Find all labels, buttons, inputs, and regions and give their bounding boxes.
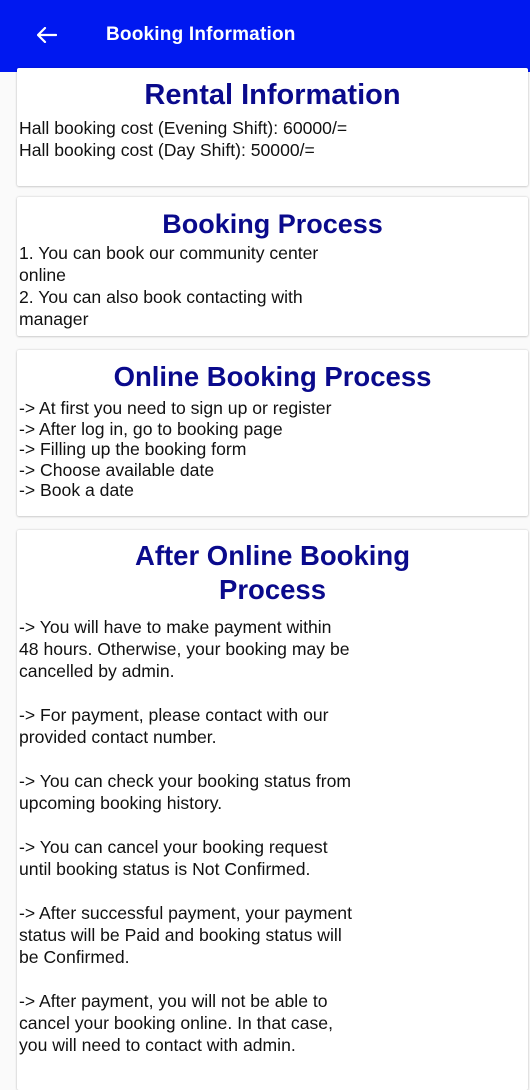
after-online-paragraph: -> You can cancel your booking request u… xyxy=(19,836,528,880)
paragraph-line: -> For payment, please contact with our xyxy=(19,705,329,725)
paragraph-line: you will need to contact with admin. xyxy=(19,1035,296,1055)
online-booking-step: -> After log in, go to booking page xyxy=(19,418,283,439)
after-online-title-line: After Online Booking xyxy=(135,540,410,571)
paragraph-line: status will be Paid and booking status w… xyxy=(19,925,342,945)
booking-process-card: Booking Process 1. You can book our comm… xyxy=(17,197,528,336)
paragraph-line: cancelled by admin. xyxy=(19,661,175,681)
content-area[interactable]: Rental Information Hall booking cost (Ev… xyxy=(0,68,530,1090)
after-online-paragraph: -> After payment, you will not be able t… xyxy=(19,990,528,1056)
paragraph-line: cancel your booking online. In that case… xyxy=(19,1013,333,1033)
online-booking-step: -> Book a date xyxy=(19,480,134,500)
after-online-paragraph: -> For payment, please contact with our … xyxy=(19,704,528,748)
rental-information-card: Rental Information Hall booking cost (Ev… xyxy=(17,68,528,186)
online-booking-process-card: Online Booking Process -> At first you n… xyxy=(17,350,528,516)
online-booking-process-body: -> At first you need to sign up or regis… xyxy=(17,394,528,501)
paragraph-line: -> You can check your booking status fro… xyxy=(19,771,352,791)
rental-information-title: Rental Information xyxy=(144,79,401,111)
after-online-paragraph: -> You can check your booking status fro… xyxy=(19,770,528,814)
booking-process-line: online xyxy=(19,265,66,285)
booking-process-line: manager xyxy=(19,309,89,329)
after-online-title-line: Process xyxy=(218,574,327,605)
rental-line: Hall booking cost (Evening Shift): 60000… xyxy=(19,118,348,138)
after-online-booking-process-card: After Online Booking Process -> You will… xyxy=(17,530,528,1090)
online-booking-process-title: Online Booking Process xyxy=(113,361,432,392)
rental-line: Hall booking cost (Day Shift): 50000/= xyxy=(19,140,315,160)
paragraph-line: -> After successful payment, your paymen… xyxy=(19,903,352,923)
online-booking-step: -> Filling up the booking form xyxy=(19,439,247,459)
paragraph-line: -> You can cancel your booking request xyxy=(19,837,328,857)
arrow-left-icon xyxy=(37,26,57,43)
app-bar: Booking Information xyxy=(0,0,530,72)
after-online-paragraph: -> After successful payment, your paymen… xyxy=(19,902,528,968)
online-booking-step: -> At first you need to sign up or regis… xyxy=(19,398,332,418)
booking-process-title: Booking Process xyxy=(162,209,383,239)
paragraph-line: -> You will have to make payment within xyxy=(19,617,332,637)
booking-process-line: 2. You can also book contacting with xyxy=(19,287,303,307)
paragraph-line: upcoming booking history. xyxy=(19,793,223,813)
paragraph-line: be Confirmed. xyxy=(19,947,130,967)
paragraph-line: until booking status is Not Confirmed. xyxy=(19,859,311,879)
page-title: Booking Information xyxy=(106,23,296,45)
booking-process-body: 1. You can book our community center onl… xyxy=(17,241,528,330)
paragraph-line: 48 hours. Otherwise, your booking may be xyxy=(19,639,350,659)
rental-information-body: Hall booking cost (Evening Shift): 60000… xyxy=(17,113,528,161)
paragraph-line: provided contact number. xyxy=(19,727,217,747)
after-online-booking-body: -> You will have to make payment within … xyxy=(17,607,528,1056)
paragraph-line: -> After payment, you will not be able t… xyxy=(19,991,328,1011)
online-booking-step: -> Choose available date xyxy=(19,459,215,480)
after-online-booking-process-title: After Online Booking Process xyxy=(17,530,528,607)
back-button[interactable] xyxy=(34,22,60,48)
booking-process-line: 1. You can book our community center xyxy=(19,243,319,263)
after-online-paragraph: -> You will have to make payment within … xyxy=(19,616,528,682)
